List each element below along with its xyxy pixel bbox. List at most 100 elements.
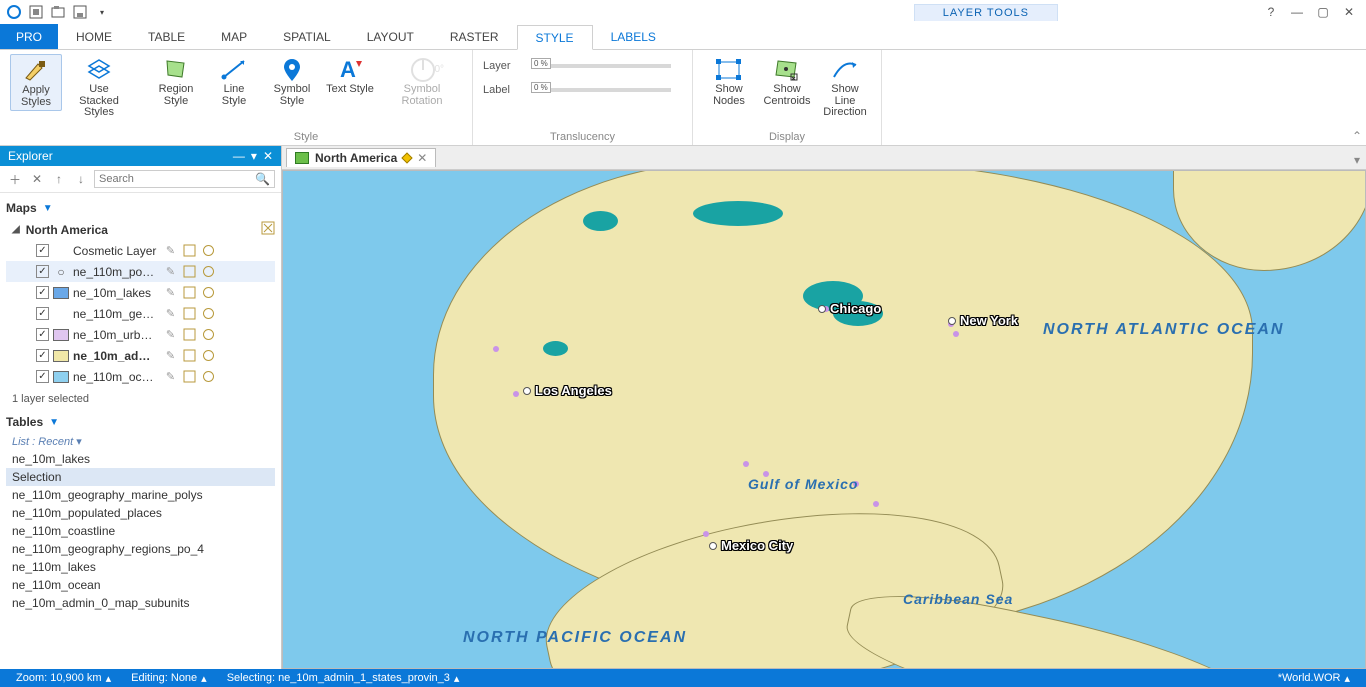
layer-row[interactable]: ✓ne_110m_geogra✎: [6, 303, 275, 324]
edit-pencil-icon[interactable]: ✎: [163, 369, 178, 384]
remove-icon[interactable]: ✕: [28, 170, 46, 188]
table-item[interactable]: ne_110m_geography_regions_po_4: [6, 540, 275, 558]
table-item[interactable]: ne_10m_admin_0_map_subunits: [6, 594, 275, 612]
tab-pro[interactable]: PRO: [0, 24, 58, 49]
qat-save-icon[interactable]: [70, 2, 90, 22]
edit-pencil-icon[interactable]: ✎: [163, 285, 178, 300]
theme-icon[interactable]: [201, 243, 216, 258]
edit-pencil-icon[interactable]: ✎: [163, 306, 178, 321]
panel-options-icon[interactable]: ▾: [251, 149, 257, 163]
tab-table[interactable]: TABLE: [130, 24, 203, 49]
theme-icon[interactable]: [201, 369, 216, 384]
map-canvas[interactable]: Chicago New York Los Angeles Mexico City…: [282, 170, 1366, 669]
map-node[interactable]: ◢ North America: [6, 219, 275, 240]
symbol-rotation-button[interactable]: 0° Symbol Rotation: [382, 54, 462, 109]
visibility-checkbox[interactable]: ✓: [36, 307, 49, 320]
map-view: North America ✕ ▾: [282, 146, 1366, 669]
close-button[interactable]: ✕: [1336, 2, 1362, 22]
visibility-checkbox[interactable]: ✓: [36, 349, 49, 362]
tables-section-header[interactable]: Tables▼: [6, 411, 275, 433]
ribbon-collapse-icon[interactable]: ⌃: [1352, 129, 1362, 143]
layer-row[interactable]: ✓ne_10m_admin_✎: [6, 345, 275, 366]
tab-style[interactable]: STYLE: [517, 25, 593, 50]
label-translucency-slider[interactable]: 0 %: [531, 88, 671, 92]
add-icon[interactable]: ＋: [6, 170, 24, 188]
tab-map[interactable]: MAP: [203, 24, 265, 49]
visibility-checkbox[interactable]: ✓: [36, 286, 49, 299]
explorer-search[interactable]: 🔍: [94, 170, 275, 188]
layer-row[interactable]: ✓ne_110m_ocean✎: [6, 366, 275, 387]
search-icon[interactable]: 🔍: [255, 172, 270, 186]
labels-toggle-icon[interactable]: [182, 243, 197, 258]
table-item[interactable]: ne_110m_populated_places: [6, 504, 275, 522]
tab-home[interactable]: HOME: [58, 24, 130, 49]
table-item[interactable]: ne_10m_lakes: [6, 450, 275, 468]
theme-icon[interactable]: [201, 306, 216, 321]
use-stacked-styles-button[interactable]: Use Stacked Styles: [68, 54, 130, 121]
status-selecting[interactable]: Selecting: ne_10m_admin_1_states_provin_…: [217, 672, 470, 685]
qat-new-icon[interactable]: [26, 2, 46, 22]
table-item[interactable]: ne_110m_ocean: [6, 576, 275, 594]
region-style-button[interactable]: Region Style: [150, 54, 202, 109]
table-item[interactable]: Selection: [6, 468, 275, 486]
text-style-button[interactable]: A Text Style: [324, 54, 376, 98]
maximize-button[interactable]: ▢: [1310, 2, 1336, 22]
theme-icon[interactable]: [201, 285, 216, 300]
labels-toggle-icon[interactable]: [182, 327, 197, 342]
edit-pencil-icon[interactable]: ✎: [163, 327, 178, 342]
layer-translucency-slider[interactable]: 0 %: [531, 64, 671, 68]
tab-labels[interactable]: LABELS: [593, 24, 674, 49]
tab-layout[interactable]: LAYOUT: [349, 24, 432, 49]
search-input[interactable]: [99, 173, 255, 185]
edit-pencil-icon[interactable]: ✎: [163, 243, 178, 258]
move-up-icon[interactable]: ↑: [50, 170, 68, 188]
qat-dropdown-icon[interactable]: ▾: [92, 2, 112, 22]
labels-toggle-icon[interactable]: [182, 264, 197, 279]
table-item[interactable]: ne_110m_coastline: [6, 522, 275, 540]
symbol-style-button[interactable]: Symbol Style: [266, 54, 318, 109]
status-zoom[interactable]: Zoom: 10,900 km▴: [6, 672, 121, 685]
qat-open-icon[interactable]: [48, 2, 68, 22]
labels-toggle-icon[interactable]: [182, 285, 197, 300]
tables-filter[interactable]: List : Recent ▾: [6, 433, 275, 450]
city-label: Mexico City: [709, 538, 793, 553]
tab-spatial[interactable]: SPATIAL: [265, 24, 349, 49]
layer-row[interactable]: ✓○ne_110m_popula✎: [6, 261, 275, 282]
layer-row[interactable]: ✓ne_10m_lakes✎: [6, 282, 275, 303]
move-down-icon[interactable]: ↓: [72, 170, 90, 188]
table-item[interactable]: ne_110m_geography_marine_polys: [6, 486, 275, 504]
theme-icon[interactable]: [201, 264, 216, 279]
tab-close-icon[interactable]: ✕: [417, 151, 427, 165]
layer-row[interactable]: ✓Cosmetic Layer✎: [6, 240, 275, 261]
visibility-checkbox[interactable]: ✓: [36, 244, 49, 257]
apply-styles-button[interactable]: Apply Styles: [10, 54, 62, 111]
edit-pencil-icon[interactable]: ✎: [163, 264, 178, 279]
labels-toggle-icon[interactable]: [182, 306, 197, 321]
show-line-direction-button[interactable]: Show Line Direction: [819, 54, 871, 121]
tab-raster[interactable]: RASTER: [432, 24, 517, 49]
show-centroids-button[interactable]: Show Centroids: [761, 54, 813, 109]
status-editing[interactable]: Editing: None▴: [121, 672, 217, 685]
map-options-icon[interactable]: [261, 221, 275, 238]
maps-section-header[interactable]: Maps▼: [6, 197, 275, 219]
ocean-label: NORTH ATLANTIC OCEAN: [1043, 321, 1284, 339]
show-nodes-button[interactable]: Show Nodes: [703, 54, 755, 109]
tab-menu-icon[interactable]: ▾: [1354, 153, 1360, 167]
status-workspace[interactable]: *World.WOR▴: [1268, 672, 1360, 685]
table-item[interactable]: ne_110m_lakes: [6, 558, 275, 576]
visibility-checkbox[interactable]: ✓: [36, 328, 49, 341]
edit-pencil-icon[interactable]: ✎: [163, 348, 178, 363]
visibility-checkbox[interactable]: ✓: [36, 370, 49, 383]
labels-toggle-icon[interactable]: [182, 348, 197, 363]
theme-icon[interactable]: [201, 348, 216, 363]
panel-minimize-icon[interactable]: —: [233, 149, 245, 163]
document-tab[interactable]: North America ✕: [286, 148, 436, 167]
line-style-button[interactable]: Line Style: [208, 54, 260, 109]
minimize-button[interactable]: —: [1284, 2, 1310, 22]
visibility-checkbox[interactable]: ✓: [36, 265, 49, 278]
layer-row[interactable]: ✓ne_10m_urban_a✎: [6, 324, 275, 345]
panel-close-icon[interactable]: ✕: [263, 149, 273, 163]
labels-toggle-icon[interactable]: [182, 369, 197, 384]
theme-icon[interactable]: [201, 327, 216, 342]
help-button[interactable]: ?: [1258, 2, 1284, 22]
